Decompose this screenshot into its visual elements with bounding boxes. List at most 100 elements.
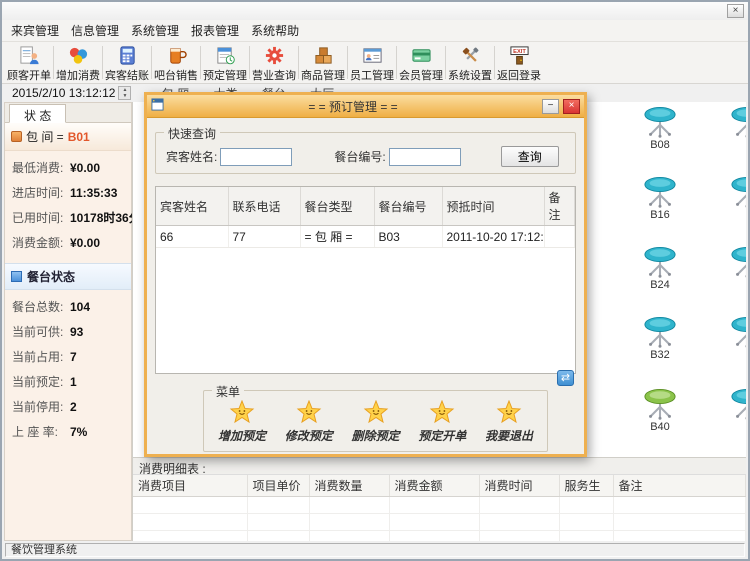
menu-info-management[interactable]: 信息管理 [68,19,122,42]
table-id: B16 [650,209,670,221]
bar-sales-icon [166,45,187,66]
dialog-close-button[interactable]: × [563,99,580,114]
refresh-icon[interactable]: ⇄ [557,370,574,386]
field-label: 当前占用: [12,348,70,365]
column-header: 消费时间 [479,475,559,497]
business-query-icon [264,45,285,66]
toolbar-staff-management[interactable]: 员工管理 [349,43,395,82]
dialog-menu-row: 增加预定 修改预定 删除预定 预定开单 [204,391,547,444]
toolbar-system-settings[interactable]: 系统设置 [447,43,493,82]
stool-icon [640,388,680,422]
stool-icon [727,316,746,350]
table-id: B08 [650,139,670,151]
menu-system-help[interactable]: 系统帮助 [248,19,302,42]
column-header: 备注 [544,187,575,226]
field-occupied: 当前占用: 7 [5,340,131,365]
add-reservation-button[interactable]: 增加预定 [212,400,272,444]
delete-reservation-button[interactable]: 删除预定 [346,400,406,444]
menu-system-management[interactable]: 系统管理 [128,19,182,42]
field-value: 7% [70,425,87,439]
table-status-icon [11,271,22,282]
toolbar-label: 宾客结账 [105,67,149,83]
table-no-input[interactable] [389,148,461,166]
field-disabled: 当前停用: 2 [5,390,131,415]
reservation-row[interactable]: 66 77 = 包 厢 = B03 2011-10-20 17:12:34 [156,226,575,248]
reservation-billing-button[interactable]: 预定开单 [412,400,472,444]
column-header: 宾客姓名 [156,187,228,226]
star-icon [296,400,322,427]
modify-reservation-button[interactable]: 修改预定 [279,400,339,444]
consumption-table[interactable]: 消费项目 项目单价 消费数量 消费金额 消费时间 服务生 备注 [133,475,746,548]
toolbar-label: 员工管理 [350,67,394,83]
table-stool[interactable] [717,316,746,350]
toolbar-label: 营业查询 [252,67,296,83]
toolbar-customer-billing[interactable]: 顾客开单 [6,43,52,82]
spinner-down-icon[interactable]: ▼ [119,93,130,99]
dialog-minimize-button[interactable]: − [542,99,559,114]
button-label: 删除预定 [351,427,399,444]
guest-name-input[interactable] [220,148,292,166]
toolbar-separator [249,46,250,79]
toolbar-bar-sales[interactable]: 吧台销售 [153,43,199,82]
tab-status[interactable]: 状 态 [9,104,66,123]
stool-icon [640,176,680,210]
field-value: ¥0.00 [70,161,100,175]
statusbar: 餐饮管理系统 [2,541,748,559]
field-reserved: 当前预定: 1 [5,365,131,390]
dialog-titlebar[interactable]: = = 预订管理 = = − × [147,95,584,118]
dialog-icon [151,98,164,114]
table-stool[interactable] [717,106,746,140]
cell-phone: 77 [228,226,300,248]
table-stool[interactable]: B08 [630,106,690,151]
table-stool[interactable]: B16 [630,176,690,221]
menu-report-management[interactable]: 报表管理 [188,19,242,42]
toolbar-member-management[interactable]: 会员管理 [398,43,444,82]
cell-guest-name: 66 [156,226,228,248]
cell-remark [544,226,575,248]
column-header: 联系电话 [228,187,300,226]
table-stool[interactable]: B40 [630,388,690,433]
stool-icon [640,246,680,280]
column-header: 预抵时间 [442,187,544,226]
table-stool[interactable] [717,246,746,280]
column-header: 备注 [613,475,746,497]
toolbar-goods-management[interactable]: 商品管理 [300,43,346,82]
dialog-body: 快速查询 宾客姓名: 餐台编号: 查询 宾客姓名 [147,118,584,458]
star-icon [229,400,255,427]
quick-query-title: 快速查询 [164,125,220,142]
query-button[interactable]: 查询 [501,146,559,167]
status-tabstrip: 状 态 [5,103,131,123]
star-icon [363,400,389,427]
toolbar-reservation-management[interactable]: 预定管理 [202,43,248,82]
menu-guest-management[interactable]: 来宾管理 [8,19,62,42]
toolbar-business-query[interactable]: 营业查询 [251,43,297,82]
toolbar-return-login[interactable]: EXIT 返回登录 [496,43,542,82]
datetime-spinner[interactable]: ▲ ▼ [118,86,131,100]
table-id: B24 [650,279,670,291]
column-header: 消费数量 [309,475,389,497]
app-window: × 来宾管理 信息管理 系统管理 报表管理 系统帮助 顾客开单 增加消费 宾 [0,0,750,561]
column-header: 消费项目 [133,475,247,497]
reservation-grid[interactable]: 宾客姓名 联系电话 餐台类型 餐台编号 预抵时间 备注 66 77 = 包 厢 [155,186,576,374]
toolbar-separator [396,46,397,79]
toolbar-add-consumption[interactable]: 增加消费 [55,43,101,82]
field-label: 上 座 率: [12,423,70,440]
table-stool[interactable]: B24 [630,246,690,291]
table-stool[interactable]: B32 [630,316,690,361]
toolbar-label: 预定管理 [203,67,247,83]
window-close-button[interactable]: × [727,4,744,18]
toolbar-separator [494,46,495,79]
datetime-picker[interactable]: 2015/2/10 13:12:12 [12,86,115,100]
exit-dialog-button[interactable]: 我要退出 [479,400,539,444]
toolbar-label: 吧台销售 [154,67,198,83]
table-stool[interactable] [717,388,746,422]
statusbar-text: 餐饮管理系统 [5,543,745,557]
toolbar-guest-checkout[interactable]: 宾客结账 [104,43,150,82]
field-label: 当前预定: [12,373,70,390]
system-settings-icon [460,45,481,66]
dialog-menu-title: 菜单 [212,383,244,400]
star-icon [429,400,455,427]
table-no-label: 餐台编号: [334,148,385,165]
table-stool[interactable] [717,176,746,210]
grid-header-row: 宾客姓名 联系电话 餐台类型 餐台编号 预抵时间 备注 [156,187,575,226]
